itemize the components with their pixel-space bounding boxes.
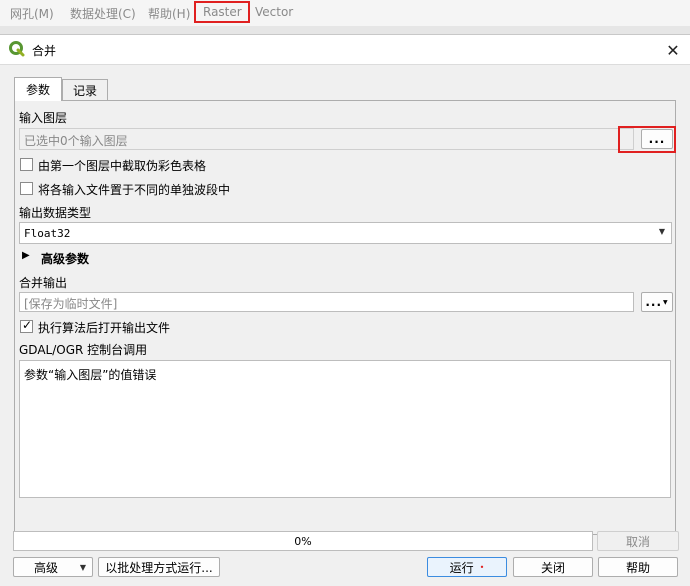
chevron-down-icon: ▼ [663, 298, 669, 306]
advanced-dropdown-button[interactable]: 高级 ▼ [13, 557, 93, 577]
input-layers-label: 输入图层 [19, 111, 68, 125]
output-type-select[interactable]: Float32 ▼ [19, 222, 672, 244]
browse-highlight-box [618, 126, 676, 153]
input-layers-field[interactable]: 已选中0个输入图层 [19, 128, 634, 150]
output-type-value: Float32 [24, 227, 71, 240]
checkmark-icon: ✓ [22, 318, 33, 332]
run-button[interactable]: 运行 • [427, 557, 507, 577]
cancel-button[interactable]: 取消 [597, 531, 679, 551]
progress-bar: 0% [13, 531, 593, 551]
tab-log[interactable]: 记录 [62, 79, 108, 101]
merge-output-browse-button[interactable]: ... ▼ [641, 292, 673, 312]
merge-output-label: 合并输出 [19, 276, 68, 290]
merge-dialog: 合并 ✕ 参数 记录 输入图层 已选中0个输入图层 ... 由第一个图层中截取伪… [0, 34, 690, 586]
open-after-checkbox[interactable]: ✓ [20, 318, 33, 333]
advanced-button-label: 高级 [34, 560, 59, 575]
qgis-logo-icon [9, 41, 25, 57]
chevron-down-icon: ▼ [79, 562, 86, 572]
console-label: GDAL/OGR 控制台调用 [19, 343, 148, 357]
console-textarea[interactable]: 参数“输入图层”的值错误 [19, 360, 671, 498]
background-toolbar [0, 26, 690, 34]
progress-text: 0% [294, 535, 312, 548]
console-message: 参数“输入图层”的值错误 [24, 368, 157, 382]
output-type-label: 输出数据类型 [19, 206, 92, 220]
separate-bands-label: 将各输入文件置于不同的单独波段中 [38, 183, 231, 197]
raster-highlight-box [194, 1, 250, 23]
expand-triangle-icon[interactable]: ▶ [22, 250, 30, 261]
menu-processing[interactable]: 数据处理(C) [70, 5, 136, 22]
grab-pct-checkbox[interactable] [20, 158, 33, 171]
red-dot-icon: • [479, 562, 485, 572]
tab-parameters[interactable]: 参数 [14, 77, 62, 101]
advanced-params-toggle[interactable]: 高级参数 [41, 250, 89, 267]
separate-bands-checkbox[interactable] [20, 182, 33, 195]
batch-run-button[interactable]: 以批处理方式运行... [98, 557, 220, 577]
menu-help[interactable]: 帮助(H) [148, 5, 190, 22]
merge-output-field[interactable]: [保存为临时文件] [19, 292, 634, 312]
merge-output-placeholder: [保存为临时文件] [24, 297, 118, 311]
app-menubar: 网孔(M) 数据处理(C) 帮助(H) Raster Vector [0, 0, 690, 26]
close-icon[interactable]: ✕ [660, 37, 686, 63]
input-layers-placeholder: 已选中0个输入图层 [24, 134, 128, 148]
grab-pct-label: 由第一个图层中截取伪彩色表格 [38, 159, 207, 173]
menu-vector[interactable]: Vector [255, 5, 293, 19]
help-button[interactable]: 帮助 [598, 557, 678, 577]
run-button-label: 运行 [449, 560, 474, 575]
close-button[interactable]: 关闭 [513, 557, 593, 577]
open-after-label: 执行算法后打开输出文件 [38, 321, 171, 335]
dialog-title: 合并 [32, 44, 57, 58]
chevron-down-icon: ▼ [658, 227, 665, 236]
menu-mesh[interactable]: 网孔(M) [10, 5, 54, 22]
merge-output-browse-label: ... [645, 295, 663, 309]
dialog-titlebar: 合并 ✕ [0, 35, 690, 65]
